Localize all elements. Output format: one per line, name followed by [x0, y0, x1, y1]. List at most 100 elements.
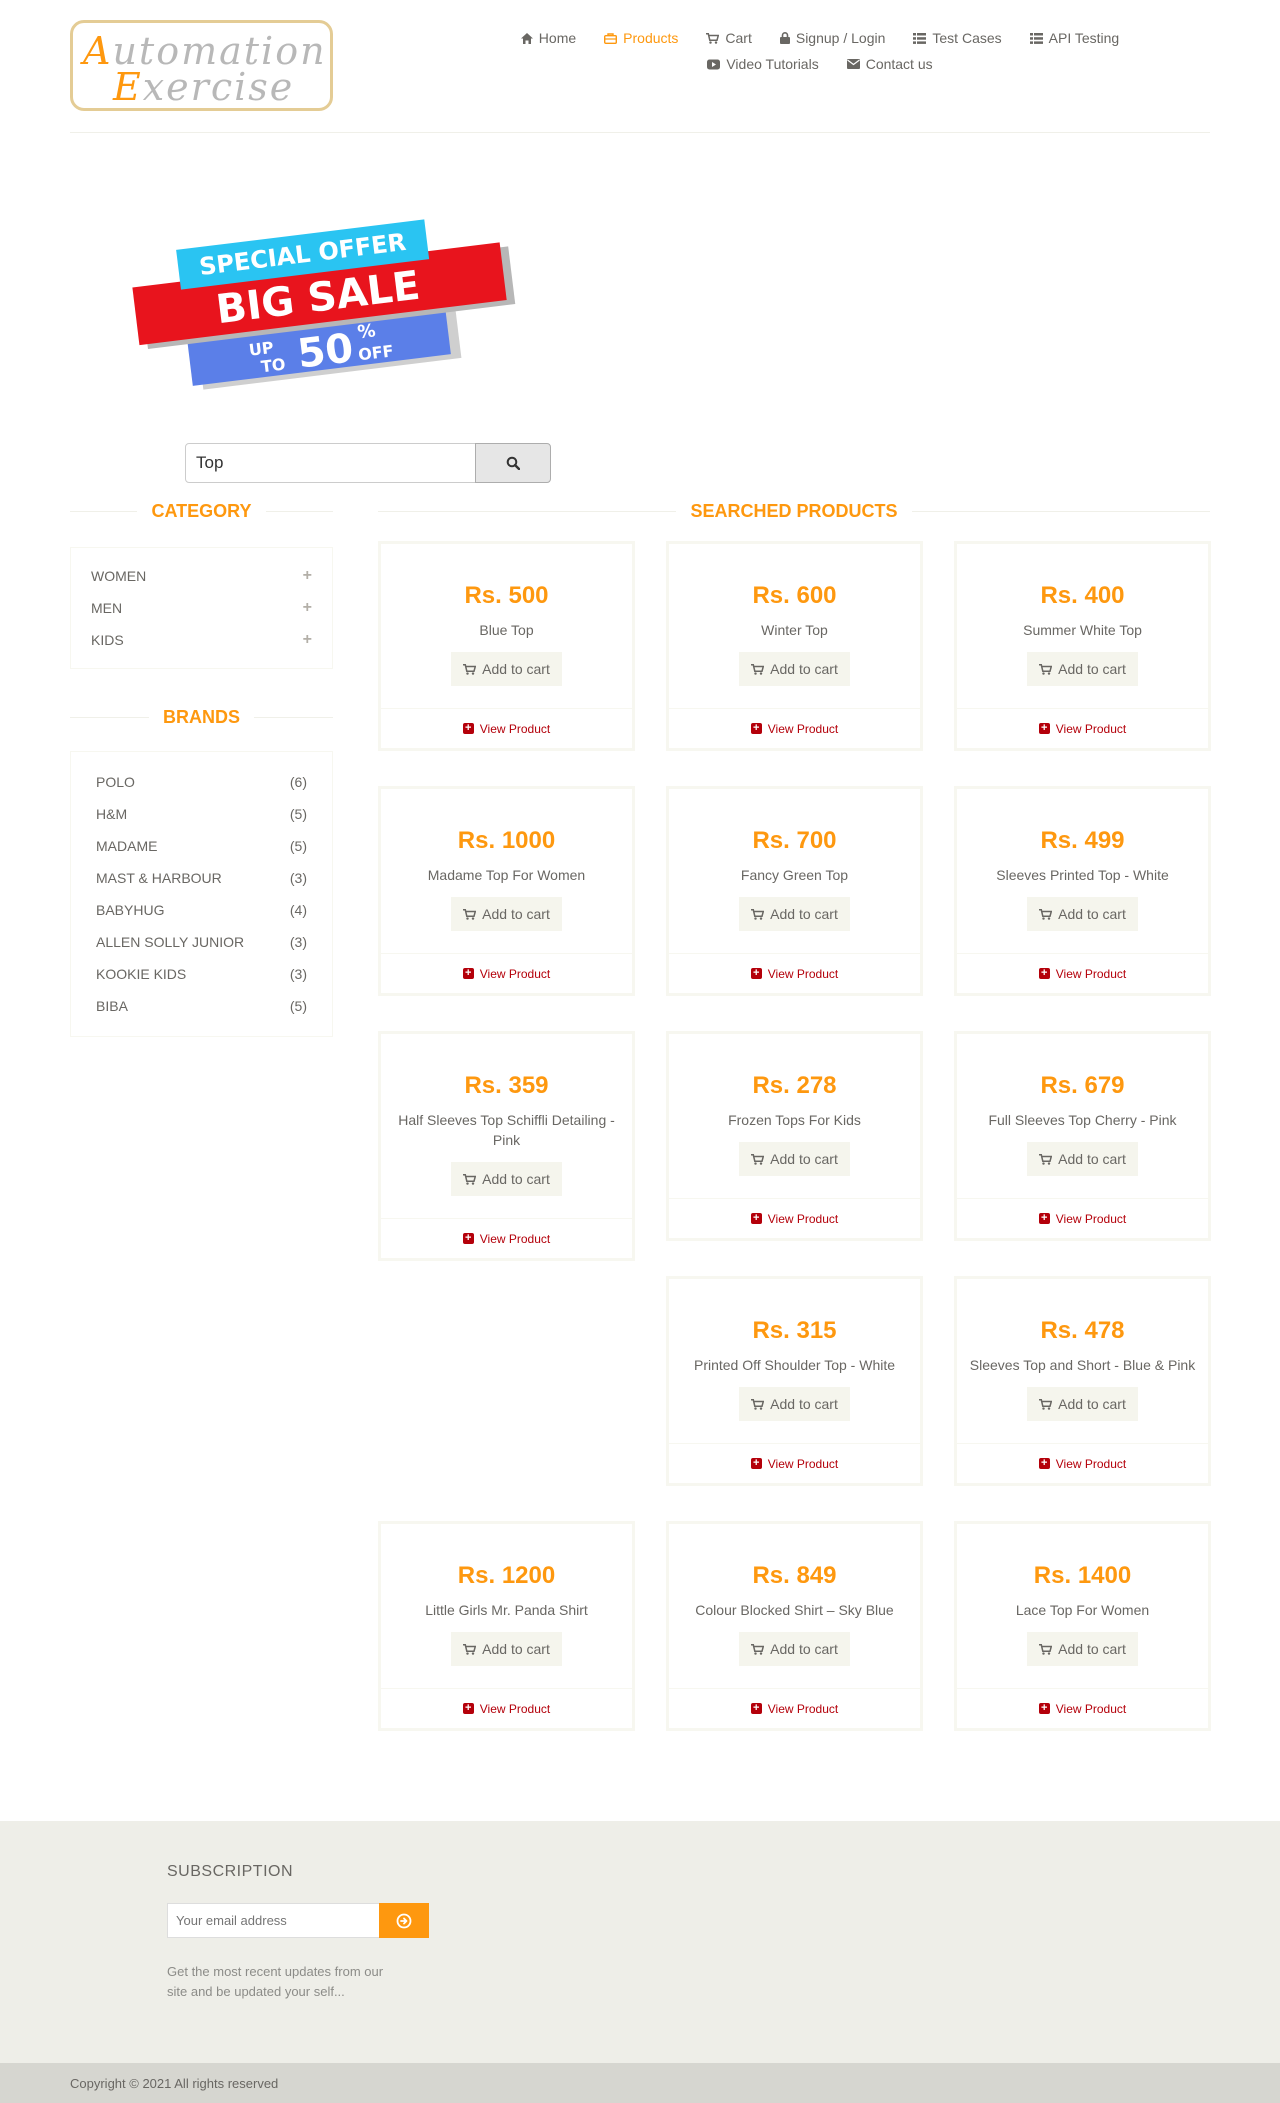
- left-sidebar: CATEGORY WOMEN + MEN + KIDS + BRANDS POLO (6) H…: [70, 499, 333, 1037]
- view-product-link[interactable]: + View Product: [381, 1688, 632, 1728]
- logo-letter-e: E: [113, 65, 143, 109]
- add-to-cart-label: Add to cart: [770, 1641, 838, 1657]
- plus-square-icon: +: [462, 1703, 474, 1714]
- plus-icon[interactable]: +: [303, 599, 312, 617]
- category-item-kids[interactable]: KIDS +: [91, 624, 312, 656]
- add-to-cart-label: Add to cart: [1058, 906, 1126, 922]
- youtube-icon: [707, 59, 721, 70]
- product-name: Sleeves Printed Top - White: [996, 867, 1169, 883]
- add-to-cart-button[interactable]: Add to cart: [739, 1387, 850, 1421]
- plus-icon[interactable]: +: [303, 631, 312, 649]
- brands-title: BRANDS: [70, 705, 333, 729]
- add-to-cart-button[interactable]: Add to cart: [1027, 1387, 1138, 1421]
- add-to-cart-button[interactable]: Add to cart: [1027, 1142, 1138, 1176]
- add-to-cart-button[interactable]: Add to cart: [739, 897, 850, 931]
- brand-item[interactable]: H&M (5): [96, 798, 307, 830]
- view-product-link[interactable]: + View Product: [381, 953, 632, 993]
- brand-item[interactable]: POLO (6): [96, 766, 307, 798]
- view-product-link[interactable]: + View Product: [669, 708, 920, 748]
- nav-link-test-cases[interactable]: Test Cases: [913, 30, 1002, 46]
- nav-link-video-tutorials[interactable]: Video Tutorials: [707, 56, 819, 72]
- nav-link-contact-us[interactable]: Contact us: [846, 56, 933, 72]
- search-input[interactable]: [185, 443, 477, 483]
- brands-panel: POLO (6) H&M (5) MADAME (5) MAST & HARBOUR (3) B…: [70, 751, 333, 1037]
- product-name: Little Girls Mr. Panda Shirt: [425, 1602, 588, 1618]
- brand-item[interactable]: MADAME (5): [96, 830, 307, 862]
- brand-count: (3): [289, 870, 307, 886]
- nav-link-cart[interactable]: Cart: [706, 30, 752, 46]
- product-price: Rs. 1000: [457, 827, 556, 854]
- brand-item[interactable]: BIBA (5): [96, 990, 307, 1022]
- brand-name: ALLEN SOLLY JUNIOR: [96, 934, 245, 950]
- product-card: Rs. 1400 Lace Top For Women Add to cart + Vi…: [954, 1521, 1211, 1731]
- product-grid: Rs. 500 Blue Top Add to cart + View Product R…: [378, 541, 1211, 1769]
- add-to-cart-button[interactable]: Add to cart: [451, 1162, 562, 1196]
- add-to-cart-button[interactable]: Add to cart: [451, 1632, 562, 1666]
- plus-square-icon: +: [1038, 1703, 1050, 1714]
- plus-square-icon: +: [1038, 968, 1050, 979]
- view-product-link[interactable]: + View Product: [381, 1218, 632, 1258]
- brand-item[interactable]: KOOKIE KIDS (3): [96, 958, 307, 990]
- subscribe-button[interactable]: [379, 1903, 429, 1938]
- site-logo[interactable]: Automation Exercise: [70, 20, 333, 111]
- cart-icon: [463, 1173, 477, 1185]
- logo-letter-a: A: [83, 29, 113, 73]
- brand-item[interactable]: MAST & HARBOUR (3): [96, 862, 307, 894]
- nav-label: API Testing: [1048, 30, 1120, 46]
- product-card: Rs. 1000 Madame Top For Women Add to cart +…: [378, 786, 635, 996]
- nav-link-api-testing[interactable]: API Testing: [1029, 30, 1120, 46]
- category-title: CATEGORY: [70, 499, 333, 523]
- product-card: Rs. 400 Summer White Top Add to cart + View …: [954, 541, 1211, 751]
- search-bar: [70, 443, 1210, 483]
- product-name: Fancy Green Top: [740, 867, 849, 883]
- product-name: Colour Blocked Shirt – Sky Blue: [695, 1602, 894, 1618]
- brand-count: (5): [289, 806, 307, 822]
- nav-link-home[interactable]: Home: [520, 30, 577, 46]
- product-name: Blue Top: [479, 622, 534, 638]
- nav-label: Products: [623, 30, 679, 46]
- product-card: Rs. 499 Sleeves Printed Top - White Add to…: [954, 786, 1211, 996]
- add-to-cart-button[interactable]: Add to cart: [1027, 652, 1138, 686]
- products-icon: [604, 32, 618, 44]
- view-product-link[interactable]: + View Product: [669, 953, 920, 993]
- view-product-link[interactable]: + View Product: [381, 708, 632, 748]
- add-to-cart-button[interactable]: Add to cart: [739, 1632, 850, 1666]
- plus-icon[interactable]: +: [303, 567, 312, 585]
- nav-link-signup-login[interactable]: Signup / Login: [779, 30, 885, 46]
- add-to-cart-button[interactable]: Add to cart: [739, 652, 850, 686]
- category-item-men[interactable]: MEN +: [91, 592, 312, 624]
- search-button[interactable]: [475, 443, 551, 483]
- plus-square-icon: +: [750, 968, 762, 979]
- add-to-cart-button[interactable]: Add to cart: [1027, 897, 1138, 931]
- view-product-link[interactable]: + View Product: [669, 1198, 920, 1238]
- brand-item[interactable]: ALLEN SOLLY JUNIOR (3): [96, 926, 307, 958]
- product-card: Rs. 600 Winter Top Add to cart + View Produc…: [666, 541, 923, 751]
- view-product-link[interactable]: + View Product: [669, 1443, 920, 1483]
- arrow-circle-right-icon: [396, 1913, 412, 1928]
- category-item-women[interactable]: WOMEN +: [91, 560, 312, 592]
- view-product-link[interactable]: + View Product: [957, 1198, 1208, 1238]
- view-product-link[interactable]: + View Product: [957, 1443, 1208, 1483]
- view-product-label: View Product: [1055, 1211, 1127, 1226]
- brand-item[interactable]: BABYHUG (4): [96, 894, 307, 926]
- view-product-link[interactable]: + View Product: [957, 953, 1208, 993]
- view-product-link[interactable]: + View Product: [669, 1688, 920, 1728]
- product-card: Rs. 1200 Little Girls Mr. Panda Shirt Add …: [378, 1521, 635, 1731]
- brand-name: MADAME: [96, 838, 158, 854]
- add-to-cart-button[interactable]: Add to cart: [739, 1142, 850, 1176]
- nav-link-products[interactable]: Products: [604, 30, 678, 46]
- subscribe-email-input[interactable]: [167, 1903, 379, 1938]
- add-to-cart-button[interactable]: Add to cart: [1027, 1632, 1138, 1666]
- nav-label: Home: [538, 30, 577, 46]
- view-product-label: View Product: [767, 1211, 839, 1226]
- product-name: Half Sleeves Top Schiffli Detailing - Pi…: [398, 1112, 615, 1148]
- add-to-cart-button[interactable]: Add to cart: [451, 897, 562, 931]
- product-price: Rs. 1200: [457, 1562, 556, 1589]
- add-to-cart-button[interactable]: Add to cart: [451, 652, 562, 686]
- cart-icon: [1039, 908, 1053, 920]
- view-product-label: View Product: [767, 721, 839, 736]
- brand-count: (5): [289, 838, 307, 854]
- view-product-link[interactable]: + View Product: [957, 1688, 1208, 1728]
- view-product-link[interactable]: + View Product: [957, 708, 1208, 748]
- footer-bottom: Copyright © 2021 All rights reserved: [0, 2063, 1280, 2103]
